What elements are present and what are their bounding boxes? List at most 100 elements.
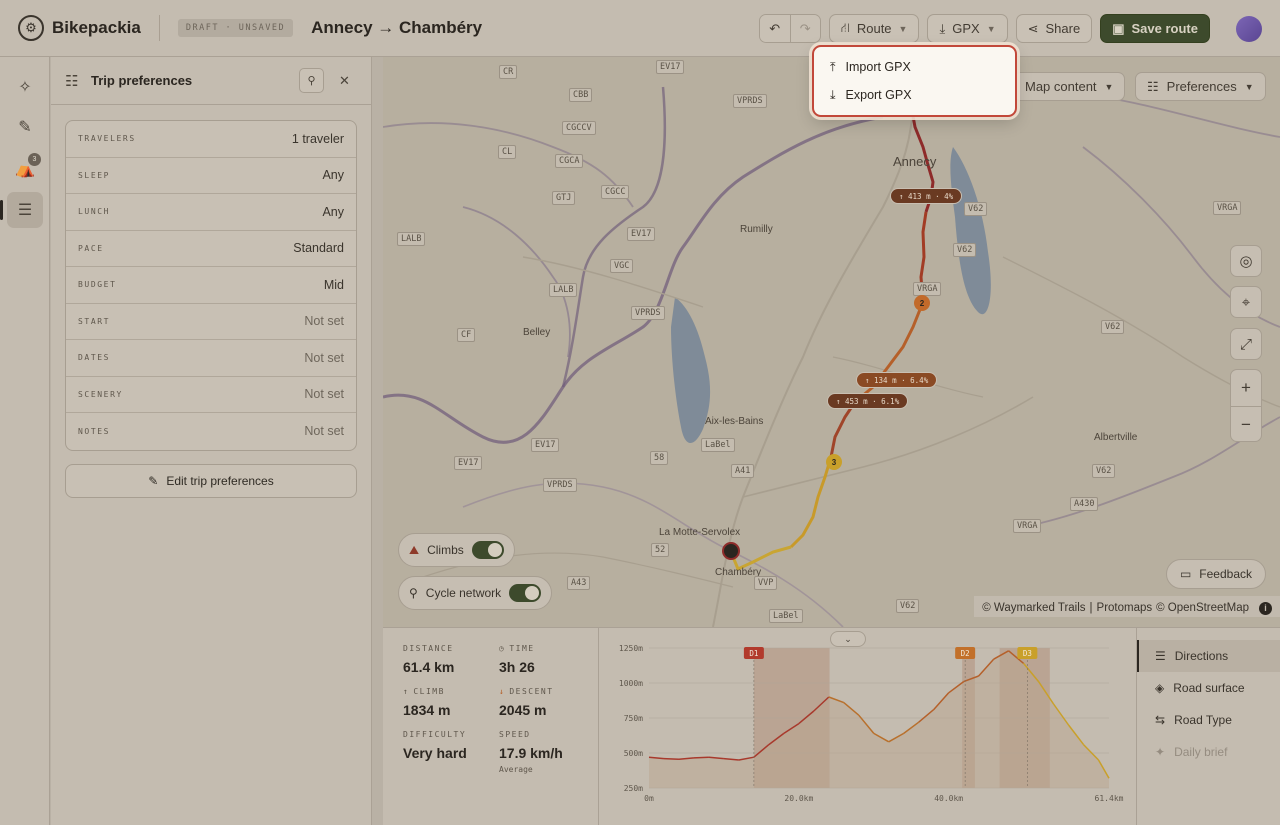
collapse-chevron-icon[interactable]: ⌄ bbox=[830, 631, 866, 647]
pin-icon[interactable]: ⚲ bbox=[299, 68, 324, 93]
preferences-button[interactable]: ☷ Preferences ▼ bbox=[1135, 72, 1266, 101]
mountain-icon: ⛰ bbox=[409, 542, 420, 557]
layers-icon: ◈ bbox=[1155, 681, 1165, 695]
map-attribution: © Waymarked Trails | Protomaps © OpenStr… bbox=[974, 596, 1280, 617]
close-icon[interactable]: ✕ bbox=[332, 73, 357, 89]
elevation-line-segment bbox=[663, 757, 680, 761]
undo-redo-group: ↶ ↷ bbox=[758, 14, 821, 43]
undo-icon[interactable]: ↶ bbox=[759, 15, 790, 42]
export-gpx-menu-item[interactable]: ⤓ Export GPX bbox=[820, 81, 1009, 109]
pref-value: Not set bbox=[304, 314, 344, 329]
import-gpx-menu-item[interactable]: ⤒ Import GPX bbox=[820, 53, 1009, 81]
zoom-in-icon[interactable]: + bbox=[1231, 370, 1261, 406]
route-summary-panel: DISTANCE 61.4 km ◷ TIME 3h 26 ↑ CLIMB 1834… bbox=[383, 627, 1280, 825]
road-shield: VPRDS bbox=[733, 94, 767, 108]
climb-tag[interactable]: ↑ 453 m · 6.1% bbox=[827, 393, 909, 409]
tab-label: Directions bbox=[1174, 649, 1229, 663]
road-shield: VGC bbox=[610, 259, 634, 273]
chevron-down-icon: ▼ bbox=[1244, 81, 1254, 92]
tab-directions[interactable]: ☰ Directions bbox=[1137, 640, 1280, 672]
road-shield: VPRDS bbox=[631, 306, 665, 320]
tab-road-type[interactable]: ⇆ Road Type bbox=[1137, 704, 1280, 736]
stat-speed: SPEED 17.9 km/h Average bbox=[499, 730, 563, 774]
elevation-chart: 1250m 1000m 750m 500m 250m0m 20.0km 40.0km 61.4… bbox=[619, 644, 1124, 803]
sliders-icon[interactable]: ☰ bbox=[0, 192, 43, 228]
toolbar-actions: ↶ ↷ ⛙ Route ▼ ⤓ GPX ▼ ⋖ Share ▣ Save rou… bbox=[758, 14, 1262, 43]
pref-key: BUDGET bbox=[78, 280, 117, 290]
pref-row-lunch[interactable]: LUNCH Any bbox=[66, 194, 356, 231]
gpx-menu-button[interactable]: ⤓ GPX ▼ bbox=[927, 14, 1008, 43]
divider bbox=[158, 15, 160, 41]
stat-key: TIME bbox=[509, 644, 535, 653]
save-button-label: Save route bbox=[1131, 21, 1198, 36]
road-shield: A43 bbox=[567, 576, 591, 590]
cycle-network-toggle[interactable]: ⚲ Cycle network bbox=[398, 576, 553, 610]
pref-row-notes[interactable]: NOTES Not set bbox=[66, 413, 356, 450]
pref-row-sleep[interactable]: SLEEP Any bbox=[66, 158, 356, 194]
tent-icon[interactable]: ⛺ 3 bbox=[7, 151, 43, 187]
feedback-button[interactable]: ▭ Feedback bbox=[1165, 559, 1266, 589]
pref-row-budget[interactable]: BUDGET Mid bbox=[66, 267, 356, 304]
pref-row-scenery[interactable]: SCENERY Not set bbox=[66, 377, 356, 413]
road-shield: V62 bbox=[1101, 320, 1125, 334]
place-label: Albertville bbox=[1094, 432, 1138, 443]
route-stats: DISTANCE 61.4 km ◷ TIME 3h 26 ↑ CLIMB 1834… bbox=[383, 628, 599, 825]
route-title[interactable]: Annecy → Chambéry bbox=[311, 18, 482, 38]
stat-key: DISTANCE bbox=[403, 644, 454, 653]
compass-icon[interactable]: ◎ bbox=[1230, 245, 1262, 277]
redo-icon[interactable]: ↷ bbox=[789, 15, 820, 42]
map-view[interactable]: Annecy Rumilly Belley Aix-les-Bains La M… bbox=[383, 57, 1280, 627]
pref-row-travelers[interactable]: TRAVELERS 1 traveler bbox=[66, 121, 356, 158]
tab-road-surface[interactable]: ◈ Road surface bbox=[1137, 672, 1280, 704]
road-shield: VVP bbox=[754, 576, 778, 590]
pref-key: SCENERY bbox=[78, 389, 123, 399]
chevron-down-icon: ▼ bbox=[898, 23, 908, 34]
pref-value: Any bbox=[322, 168, 344, 183]
y-tick-label: 1250m bbox=[619, 644, 643, 653]
attribution-protomaps[interactable]: Protomaps bbox=[1097, 602, 1153, 614]
pref-value: Not set bbox=[304, 424, 344, 439]
road-shield: VRGA bbox=[1013, 519, 1042, 533]
save-route-button[interactable]: ▣ Save route bbox=[1100, 14, 1210, 43]
tab-daily-brief[interactable]: ✦ Daily brief bbox=[1137, 736, 1280, 768]
share-icon: ⋖ bbox=[1027, 20, 1039, 36]
share-button[interactable]: ⋖ Share bbox=[1015, 14, 1093, 43]
pref-value: 1 traveler bbox=[291, 131, 344, 146]
route-menu-button[interactable]: ⛙ Route ▼ bbox=[828, 14, 920, 43]
climbs-switch[interactable] bbox=[471, 541, 504, 559]
info-icon[interactable]: i bbox=[1259, 601, 1272, 615]
road-shield: LALB bbox=[549, 283, 578, 297]
road-shield: A430 bbox=[1070, 497, 1099, 511]
menu-item-label: Export GPX bbox=[845, 88, 912, 102]
stat-difficulty: DIFFICULTY Very hard bbox=[403, 730, 467, 761]
logo[interactable]: ⚙ Bikepackia bbox=[18, 15, 141, 41]
pref-row-start[interactable]: START Not set bbox=[66, 304, 356, 340]
pencil-icon[interactable]: ✎ bbox=[7, 109, 43, 145]
waypoint-marker[interactable]: 2 bbox=[914, 295, 930, 311]
pref-key: SLEEP bbox=[78, 170, 111, 180]
climb-tag[interactable]: ↑ 134 m · 6.4% bbox=[856, 372, 938, 388]
x-tick-label: 0m bbox=[644, 794, 654, 803]
attribution-osm[interactable]: © OpenStreetMap bbox=[1156, 602, 1249, 614]
road-shield: LaBel bbox=[769, 609, 803, 623]
road-shield: VRGA bbox=[913, 282, 942, 296]
edit-trip-preferences-button[interactable]: ✎ Edit trip preferences bbox=[65, 463, 357, 498]
climb-tag[interactable]: ↑ 413 m · 4% bbox=[890, 188, 963, 204]
attribution-waymarked[interactable]: © Waymarked Trails bbox=[982, 602, 1085, 614]
climbs-toggle[interactable]: ⛰ Climbs bbox=[398, 533, 515, 567]
pref-row-dates[interactable]: DATES Not set bbox=[66, 340, 356, 377]
road-shield: EV17 bbox=[454, 456, 483, 470]
avatar[interactable] bbox=[1236, 15, 1262, 42]
elevation-profile[interactable]: ⌄ 1250m 1000m 750m 500m 250m 0m 20.0km 40.0km 61… bbox=[599, 628, 1136, 825]
pref-row-pace[interactable]: PACE Standard bbox=[66, 231, 356, 267]
cycle-network-switch[interactable] bbox=[509, 584, 542, 602]
map-content-button[interactable]: Map content ▼ bbox=[1013, 72, 1126, 101]
day-marker-label: D2 bbox=[961, 649, 970, 658]
waypoint-marker[interactable]: 3 bbox=[826, 454, 842, 470]
place-label: La Motte-Servolex bbox=[659, 527, 741, 538]
fullscreen-icon[interactable]: ⤢ bbox=[1230, 328, 1262, 360]
app-name: Bikepackia bbox=[52, 18, 141, 37]
zoom-out-icon[interactable]: − bbox=[1231, 406, 1261, 442]
ai-sparkle-icon[interactable]: ✧ bbox=[7, 69, 43, 105]
locate-icon[interactable]: ⌖ bbox=[1230, 286, 1262, 318]
